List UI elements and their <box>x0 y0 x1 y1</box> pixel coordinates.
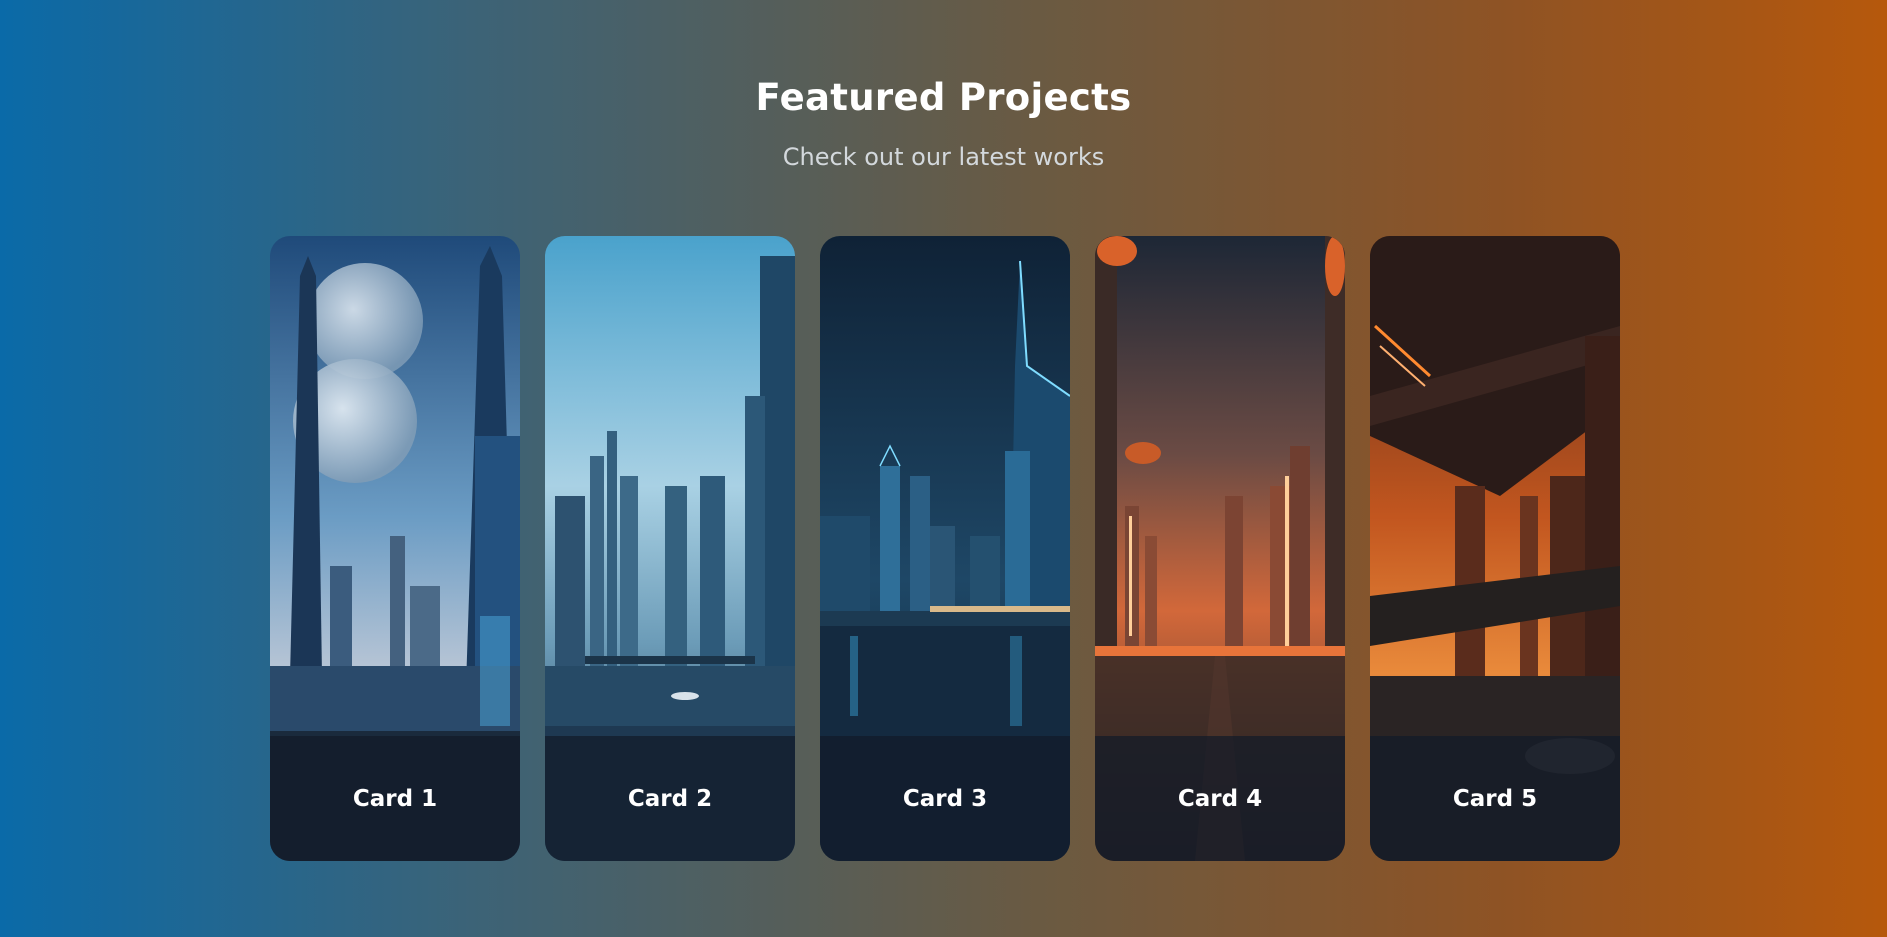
card-4-footer: Card 4 <box>1095 736 1345 861</box>
project-card-5[interactable]: Card 5 <box>1370 236 1620 861</box>
page-subtitle: Check out our latest works <box>782 143 1105 171</box>
card-3-footer: Card 3 <box>820 736 1070 861</box>
card-4-label: Card 4 <box>1177 785 1263 812</box>
card-3-label: Card 3 <box>902 785 988 812</box>
card-5-label: Card 5 <box>1452 785 1538 812</box>
project-card-1[interactable]: Card 1 <box>270 236 520 861</box>
project-card-4[interactable]: Card 4 <box>1095 236 1345 861</box>
card-2-footer: Card 2 <box>545 736 795 861</box>
card-5-footer: Card 5 <box>1370 736 1620 861</box>
project-card-2[interactable]: Card 2 <box>545 236 795 861</box>
card-1-footer: Card 1 <box>270 736 520 861</box>
card-1-label: Card 1 <box>352 785 438 812</box>
page-title: Featured Projects <box>755 76 1132 119</box>
project-card-list: Card 1 Card 2 Card 3 Card 4 Card 5 <box>270 236 1620 861</box>
page-header: Featured Projects Check out our latest w… <box>0 76 1887 171</box>
project-card-3[interactable]: Card 3 <box>820 236 1070 861</box>
card-2-label: Card 2 <box>627 785 713 812</box>
